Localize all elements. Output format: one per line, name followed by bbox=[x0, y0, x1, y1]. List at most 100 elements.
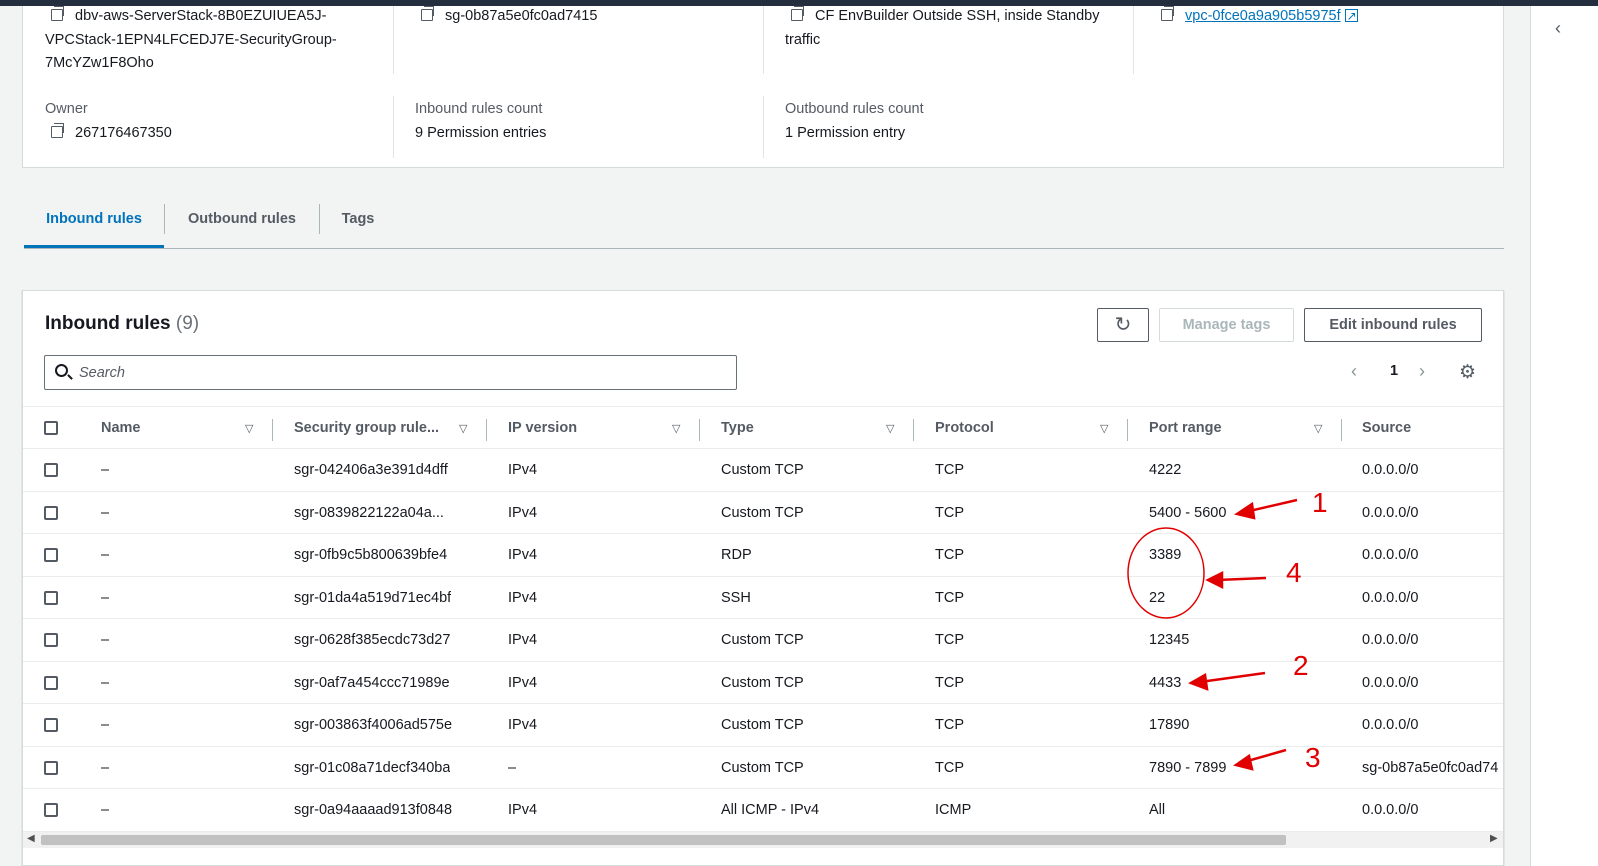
row-checkbox[interactable] bbox=[44, 463, 58, 477]
search-box bbox=[44, 355, 737, 390]
cell-source: 0.0.0.0/0 bbox=[1362, 547, 1419, 563]
tab-tags[interactable]: Tags bbox=[320, 190, 396, 248]
horizontal-scrollbar[interactable]: ◀ ▶ bbox=[23, 832, 1503, 848]
cell-ip-version: IPv4 bbox=[508, 717, 538, 733]
cell-source: 0.0.0.0/0 bbox=[1362, 802, 1419, 818]
cell-port-range: 12345 bbox=[1149, 632, 1190, 648]
search-input[interactable] bbox=[79, 361, 719, 385]
cell-type: Custom TCP bbox=[721, 504, 804, 521]
cell-rule-id: sgr-0628f385ecdc73d27 bbox=[294, 632, 451, 648]
rule-count: (9) bbox=[175, 313, 200, 334]
row-checkbox[interactable] bbox=[44, 590, 58, 605]
column-header-source[interactable]: Source bbox=[1362, 407, 1411, 450]
refresh-button[interactable]: ↻ bbox=[1097, 308, 1149, 342]
column-header-name[interactable]: Name bbox=[101, 407, 141, 450]
column-header-protocol[interactable]: Protocol bbox=[935, 407, 994, 450]
chevron-left-icon[interactable]: ‹ bbox=[1555, 18, 1561, 39]
panel-title: Inbound rules (9) bbox=[45, 313, 200, 334]
table-row[interactable]: – sgr-01c08a71decf340ba – Custom TCP TCP… bbox=[23, 747, 1503, 789]
row-checkbox[interactable] bbox=[44, 633, 58, 647]
cell-name: – bbox=[101, 547, 110, 563]
manage-tags-button[interactable]: Manage tags bbox=[1159, 308, 1294, 342]
table-row[interactable]: – sgr-0628f385ecdc73d27 IPv4 Custom TCP … bbox=[23, 619, 1503, 662]
sort-icon[interactable]: ▽ bbox=[886, 422, 894, 435]
gear-icon[interactable]: ⚙ bbox=[1459, 361, 1476, 384]
cell-name: – bbox=[101, 674, 110, 691]
copy-icon[interactable] bbox=[791, 6, 804, 21]
vpc-id-link[interactable]: vpc-0fce0a9a905b5975f bbox=[1185, 8, 1341, 24]
edit-inbound-rules-button[interactable]: Edit inbound rules bbox=[1304, 308, 1482, 342]
column-divider[interactable] bbox=[913, 419, 914, 441]
annotation-label-1: 1 bbox=[1312, 487, 1328, 518]
column-divider bbox=[393, 6, 394, 74]
column-header-rule-id[interactable]: Security group rule... bbox=[294, 407, 439, 450]
cell-port-range: 5400 - 5600 bbox=[1149, 504, 1227, 521]
cell-rule-id: sgr-01c08a71decf340ba bbox=[294, 759, 451, 776]
next-page-icon[interactable]: › bbox=[1419, 361, 1425, 382]
cell-type: Custom TCP bbox=[721, 717, 804, 733]
cell-ip-version: IPv4 bbox=[508, 462, 538, 478]
cell-name: – bbox=[101, 802, 110, 818]
cell-protocol: TCP bbox=[935, 504, 964, 521]
tab-outbound-rules[interactable]: Outbound rules bbox=[165, 190, 319, 248]
cell-port-range: 3389 bbox=[1149, 547, 1182, 563]
sort-icon[interactable]: ▽ bbox=[245, 422, 253, 435]
tab-inbound-rules[interactable]: Inbound rules bbox=[24, 190, 164, 248]
table-row[interactable]: – sgr-0af7a454ccc71989e IPv4 Custom TCP … bbox=[23, 662, 1503, 704]
cell-rule-id: sgr-042406a3e391d4dff bbox=[294, 462, 448, 478]
previous-page-icon[interactable]: ‹ bbox=[1351, 361, 1357, 382]
cell-name: – bbox=[101, 759, 110, 776]
table-row[interactable]: – sgr-0fb9c5b800639bfe4 IPv4 RDP TCP 338… bbox=[23, 534, 1503, 577]
copy-icon[interactable] bbox=[421, 6, 434, 21]
page-number[interactable]: 1 bbox=[1390, 363, 1398, 379]
vpc-id-value: vpc-0fce0a9a905b5975f bbox=[1161, 5, 1358, 29]
row-checkbox[interactable] bbox=[44, 675, 58, 690]
security-group-id-value: sg-0b87a5e0fc0ad7415 bbox=[421, 5, 597, 29]
column-header-ip-version[interactable]: IP version bbox=[508, 407, 577, 450]
copy-icon[interactable] bbox=[1161, 6, 1174, 21]
scroll-left-icon[interactable]: ◀ bbox=[27, 833, 35, 844]
row-checkbox[interactable] bbox=[44, 718, 58, 732]
table-row[interactable]: – sgr-0839822122a04a... IPv4 Custom TCP … bbox=[23, 492, 1503, 534]
cell-rule-id: sgr-0839822122a04a... bbox=[294, 504, 444, 521]
cell-rule-id: sgr-0af7a454ccc71989e bbox=[294, 674, 450, 691]
column-divider[interactable] bbox=[486, 419, 487, 441]
scroll-right-icon[interactable]: ▶ bbox=[1490, 833, 1498, 844]
cell-protocol: TCP bbox=[935, 717, 964, 733]
column-divider[interactable] bbox=[1127, 419, 1128, 441]
table-row[interactable]: – sgr-003863f4006ad575e IPv4 Custom TCP … bbox=[23, 704, 1503, 747]
external-link-icon[interactable] bbox=[1344, 5, 1358, 29]
cell-ip-version: IPv4 bbox=[508, 589, 538, 606]
cell-source: 0.0.0.0/0 bbox=[1362, 462, 1419, 478]
column-divider bbox=[1133, 6, 1134, 74]
table-row[interactable]: – sgr-0a94aaaad913f0848 IPv4 All ICMP - … bbox=[23, 789, 1503, 832]
cell-rule-id: sgr-0a94aaaad913f0848 bbox=[294, 802, 453, 818]
select-all-checkbox[interactable] bbox=[44, 421, 58, 435]
sort-icon[interactable]: ▽ bbox=[1100, 422, 1108, 435]
row-checkbox[interactable] bbox=[44, 505, 58, 520]
sort-icon[interactable]: ▽ bbox=[672, 422, 680, 435]
inbound-rules-panel: Inbound rules (9) ↻ Manage tags Edit inb… bbox=[22, 290, 1504, 866]
sort-icon[interactable]: ▽ bbox=[459, 422, 467, 435]
column-header-type[interactable]: Type bbox=[721, 407, 754, 450]
copy-icon[interactable] bbox=[51, 123, 64, 138]
sort-icon[interactable]: ▽ bbox=[1314, 422, 1322, 435]
cell-type: RDP bbox=[721, 547, 752, 563]
column-header-port-range[interactable]: Port range bbox=[1149, 407, 1222, 450]
scrollbar-thumb[interactable] bbox=[41, 835, 1286, 845]
cell-source: 0.0.0.0/0 bbox=[1362, 504, 1419, 521]
row-checkbox[interactable] bbox=[44, 760, 58, 775]
annotation-label-3: 3 bbox=[1305, 742, 1321, 773]
copy-icon[interactable] bbox=[51, 6, 64, 21]
table-row[interactable]: – sgr-042406a3e391d4dff IPv4 Custom TCP … bbox=[23, 449, 1503, 492]
column-divider[interactable] bbox=[699, 419, 700, 441]
cell-protocol: TCP bbox=[935, 632, 964, 648]
row-checkbox[interactable] bbox=[44, 803, 58, 817]
row-checkbox[interactable] bbox=[44, 548, 58, 562]
column-divider[interactable] bbox=[1341, 419, 1342, 441]
owner-label: Owner bbox=[45, 101, 88, 117]
outbound-count-value: 1 Permission entry bbox=[785, 125, 906, 141]
table-row[interactable]: – sgr-01da4a519d71ec4bf IPv4 SSH TCP 22 … bbox=[23, 577, 1503, 619]
column-divider[interactable] bbox=[272, 419, 273, 441]
table-header: Name ▽ Security group rule... ▽ IP versi… bbox=[23, 406, 1503, 449]
